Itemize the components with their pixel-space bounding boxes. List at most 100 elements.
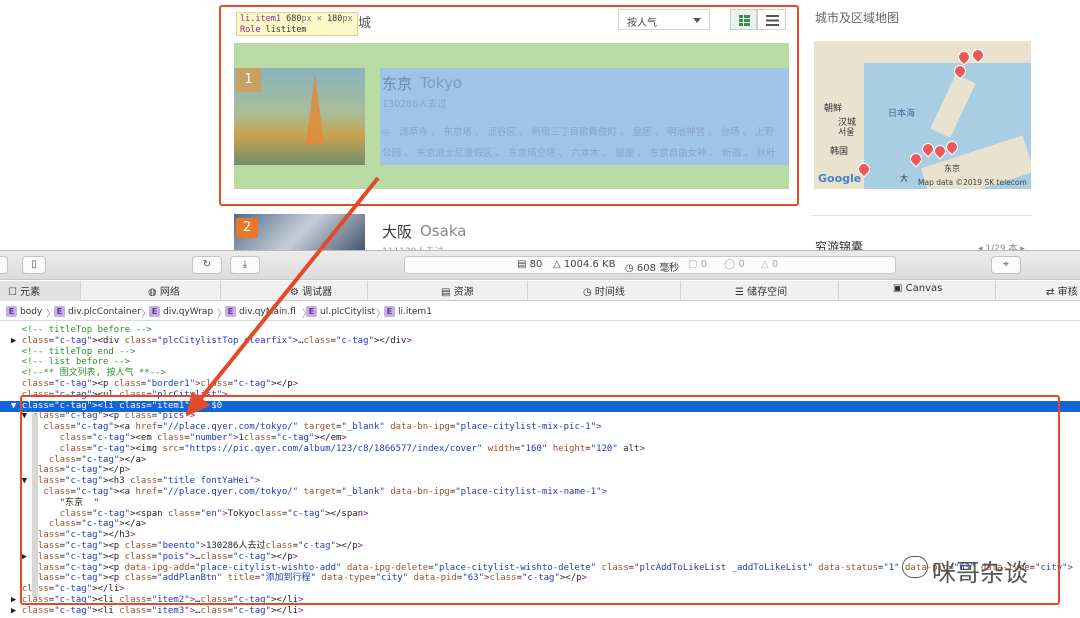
tab-divider bbox=[680, 281, 681, 301]
tooltip-role-label: Role bbox=[240, 25, 261, 35]
rank-badge-2: 2 bbox=[236, 218, 258, 238]
warnings-stat[interactable]: ◯ 0 bbox=[724, 259, 745, 270]
map-pin-icon[interactable] bbox=[943, 138, 961, 156]
tab-storage[interactable]: ☰ 储存空间 bbox=[735, 283, 787, 298]
tooltip-unit: px bbox=[342, 14, 353, 24]
download-button[interactable]: ⤓ bbox=[230, 256, 260, 274]
dom-node[interactable]: ▶ class="c-tag"><div class="plcCitylistT… bbox=[0, 336, 1080, 347]
map-label-sea: 日本海 bbox=[888, 109, 916, 119]
tab-label: 审核 bbox=[1057, 287, 1078, 298]
breadcrumb-label: div.qyWrap bbox=[163, 307, 214, 317]
dom-node[interactable]: <!-- titleTop before --> bbox=[0, 325, 1080, 336]
tab-timeline[interactable]: ◷ 时间线 bbox=[583, 283, 625, 298]
tab-divider bbox=[80, 281, 81, 301]
tab-divider bbox=[995, 281, 996, 301]
element-icon: E bbox=[225, 306, 236, 317]
city-name-en-2[interactable]: Osaka bbox=[420, 222, 466, 240]
breadcrumb-item[interactable]: Ebody bbox=[6, 306, 42, 317]
watermark: 咪哥杂谈 bbox=[898, 553, 1028, 588]
watermark-text: 咪哥杂谈 bbox=[932, 559, 1028, 587]
tab-audit[interactable]: ⇄ 审核 bbox=[1046, 283, 1078, 298]
map-label-sk: 韩国 bbox=[830, 147, 849, 157]
tab-resources[interactable]: ▤ 资源 bbox=[441, 283, 474, 298]
tab-label: Canvas bbox=[905, 283, 943, 294]
storage-icon: ☰ bbox=[735, 287, 744, 298]
split-view-icon: ▯ bbox=[31, 259, 37, 270]
errors-stat[interactable]: ▢ 0 bbox=[688, 259, 707, 270]
map-label-osaka-frag: 大 bbox=[900, 174, 908, 183]
breadcrumb-label: div.plcContainer bbox=[68, 307, 141, 317]
map-land-north bbox=[814, 41, 1031, 63]
tooltip-width: 680 bbox=[286, 14, 302, 24]
size-stat[interactable]: △ 1004.6 KB bbox=[553, 259, 615, 270]
element-picker-button[interactable]: ⌖ bbox=[991, 256, 1021, 274]
reload-button[interactable]: ↻ bbox=[192, 256, 222, 274]
logs-count: 0 bbox=[771, 259, 779, 270]
region-map[interactable]: 朝鲜 汉城 서울 韩国 日本海 东京 大 bbox=[814, 41, 1031, 189]
timeline-icon: ◷ bbox=[583, 287, 592, 298]
google-logo: Google bbox=[818, 172, 862, 185]
elements-icon: ☐ bbox=[8, 287, 17, 298]
dom-node[interactable]: <!-- list before --> bbox=[0, 357, 1080, 368]
dom-node[interactable]: ▶ class="c-tag"><li class="item3">…class… bbox=[0, 606, 1080, 617]
element-icon: E bbox=[306, 306, 317, 317]
requests-stat[interactable]: ▤ 80 bbox=[517, 259, 542, 270]
errors-count: 0 bbox=[700, 259, 708, 270]
element-icon: E bbox=[384, 306, 395, 317]
breadcrumb-label: body bbox=[20, 307, 43, 317]
element-icon: E bbox=[54, 306, 65, 317]
sidebar-toggle-button[interactable] bbox=[0, 256, 8, 274]
document-icon: ▤ bbox=[517, 259, 527, 270]
divider bbox=[812, 215, 1032, 216]
canvas-icon: ▣ bbox=[893, 283, 903, 294]
tooltip-role-value: listitem bbox=[265, 25, 307, 35]
dom-node[interactable]: <!-- titleTop end --> bbox=[0, 347, 1080, 358]
tab-debugger[interactable]: ⚙ 调试器 bbox=[290, 283, 332, 298]
breadcrumb-item[interactable]: Ediv.plcContainer bbox=[54, 306, 141, 317]
dom-node[interactable]: <!--** 图文列表, 按人气 **--> bbox=[0, 368, 1080, 379]
city-name-cn-2[interactable]: 大阪 bbox=[382, 221, 412, 242]
download-icon: ⤓ bbox=[242, 259, 248, 270]
split-view-button[interactable]: ▯ bbox=[22, 256, 46, 274]
reload-icon: ↻ bbox=[202, 259, 212, 270]
triangle-icon: △ bbox=[761, 259, 769, 270]
tab-elements[interactable]: ☐ 元素 bbox=[8, 283, 40, 298]
map-title: 城市及区域地图 bbox=[815, 11, 900, 25]
logs-stat[interactable]: △ 0 bbox=[761, 259, 778, 270]
map-pin-icon[interactable] bbox=[907, 150, 925, 168]
tab-label: 网络 bbox=[159, 287, 180, 298]
requests-count: 80 bbox=[529, 259, 543, 270]
breadcrumb-item[interactable]: Eul.plcCitylist bbox=[306, 306, 375, 317]
element-icon: E bbox=[6, 306, 17, 317]
warnings-count: 0 bbox=[738, 259, 745, 270]
time-stat[interactable]: ◷ 608 毫秒 bbox=[625, 259, 679, 274]
time-value: 608 毫秒 bbox=[636, 263, 680, 274]
warning-circle-icon: ◯ bbox=[724, 259, 736, 270]
map-credit: Map data ©2019 SK telecom bbox=[918, 178, 1027, 187]
tab-label: 资源 bbox=[453, 287, 474, 298]
map-land-honshu-north bbox=[930, 74, 976, 138]
tab-divider bbox=[220, 281, 221, 301]
tab-label: 调试器 bbox=[302, 287, 333, 298]
tab-canvas[interactable]: ▣ Canvas bbox=[893, 283, 942, 294]
tooltip-tag: li.item1 bbox=[240, 14, 281, 24]
tab-label: 元素 bbox=[20, 287, 41, 298]
breadcrumb-label: div.qyMain.fl bbox=[239, 307, 296, 317]
tooltip-height: 180 bbox=[327, 14, 343, 24]
tab-label: 储存空间 bbox=[747, 287, 788, 298]
dom-node[interactable]: class="c-tag"><p class="border1">class="… bbox=[0, 379, 1080, 390]
map-label-tokyo: 东京 bbox=[944, 164, 960, 173]
breadcrumb-label: ul.plcCitylist bbox=[320, 307, 376, 317]
inspector-tooltip: li.item1 680px × 180px Role listitem bbox=[236, 12, 358, 36]
tab-divider bbox=[838, 281, 839, 301]
breadcrumb-item-current[interactable]: Eli.item1 bbox=[384, 306, 432, 317]
tab-network[interactable]: ◍ 网络 bbox=[148, 283, 180, 298]
tab-divider bbox=[527, 281, 528, 301]
network-icon: ◍ bbox=[148, 287, 157, 298]
resources-icon: ▤ bbox=[441, 287, 451, 298]
breadcrumb-item[interactable]: Ediv.qyMain.fl bbox=[225, 306, 296, 317]
map-label-seoul-ko: 서울 bbox=[838, 128, 855, 138]
clock-icon: ◷ bbox=[625, 263, 634, 274]
map-label-nk: 朝鲜 bbox=[824, 104, 843, 114]
breadcrumb-item[interactable]: Ediv.qyWrap bbox=[149, 306, 213, 317]
